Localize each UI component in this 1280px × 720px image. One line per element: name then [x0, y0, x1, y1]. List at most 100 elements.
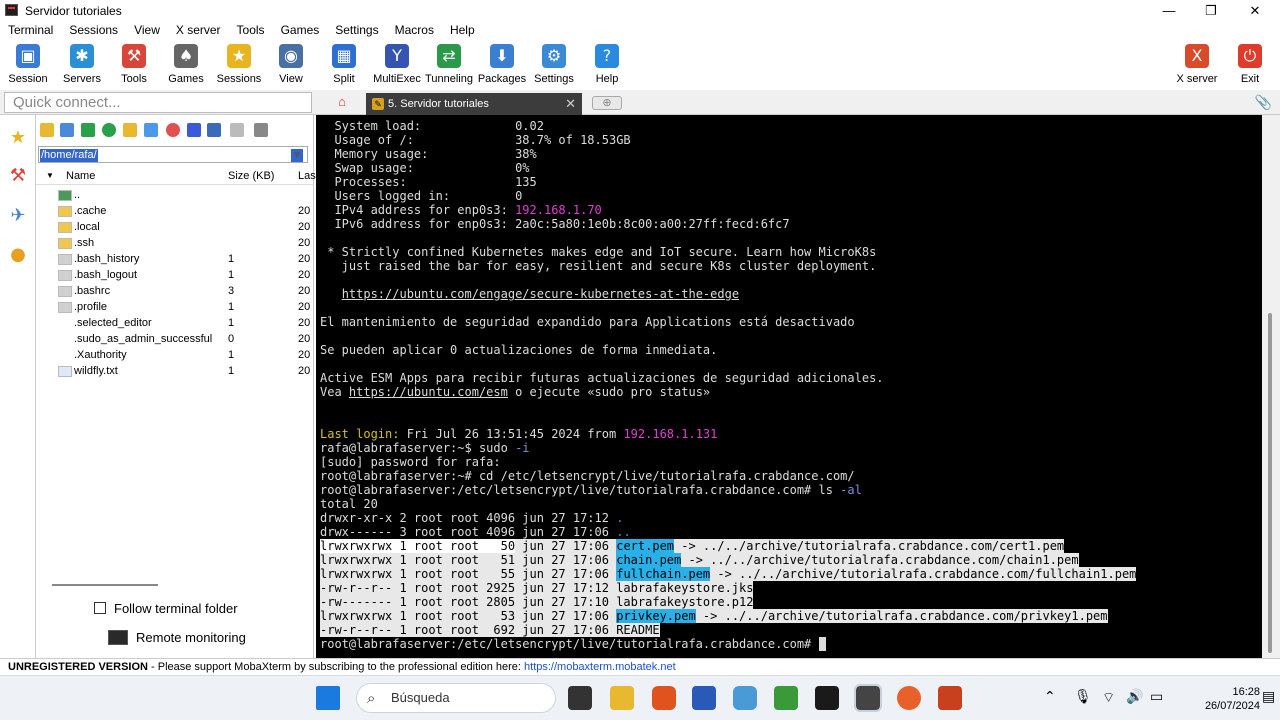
file-row[interactable]: ..: [36, 187, 314, 203]
file-row[interactable]: .bash_logout 1 20: [36, 267, 314, 283]
minimize-button[interactable]: —: [1154, 2, 1184, 19]
chevron-up-icon[interactable]: ⌃: [1044, 689, 1056, 705]
file-row[interactable]: .Xauthority 1 20: [36, 347, 314, 363]
view-button[interactable]: ◉ View: [263, 42, 319, 88]
file-row[interactable]: .selected_editor 1 20: [36, 315, 314, 331]
horizontal-scrollbar[interactable]: [52, 584, 158, 586]
follow-terminal-folder-option[interactable]: Follow terminal folder: [94, 601, 238, 616]
tools-side-icon[interactable]: ⚒: [7, 165, 29, 187]
file-row[interactable]: .bash_history 1 20: [36, 251, 314, 267]
wifi-icon[interactable]: ⌔: [1102, 689, 1115, 707]
follow-terminal-folder-checkbox[interactable]: [94, 602, 106, 614]
terminal-text: Vea: [320, 385, 349, 399]
file-row[interactable]: .sudo_as_admin_successful 0 20: [36, 331, 314, 347]
menu-help[interactable]: Help: [442, 21, 483, 40]
file-row[interactable]: .cache 20: [36, 203, 314, 219]
brave-browser-icon[interactable]: [652, 686, 676, 710]
close-button[interactable]: ✕: [1240, 2, 1270, 19]
windows-start-icon[interactable]: [316, 686, 340, 710]
x-server-button[interactable]: X X server: [1169, 42, 1225, 88]
terminal-text: lrwxrwxrwx 1 root root 51 jun 27 17:06: [320, 553, 617, 567]
mobaxterm-taskbar-icon[interactable]: [854, 684, 882, 712]
menu-sessions[interactable]: Sessions: [61, 21, 126, 40]
notifications-icon[interactable]: ▤: [1262, 689, 1275, 705]
menu-view[interactable]: View: [126, 21, 168, 40]
menu-macros[interactable]: Macros: [387, 21, 442, 40]
terminal[interactable]: System load: 0.02 Usage of /: 38.7% of 1…: [316, 115, 1262, 658]
delete-icon[interactable]: [166, 123, 180, 137]
packages-button[interactable]: ⬇ Packages: [474, 42, 530, 88]
terminal-text: -rw------- 1 root root 2805 jun 27 17:10…: [320, 595, 754, 609]
sessions-button[interactable]: ★ Sessions: [211, 42, 267, 88]
new-tab-button[interactable]: ⊕: [592, 96, 622, 110]
new-file-icon[interactable]: [144, 123, 158, 137]
paperclip-icon[interactable]: 📎: [1255, 94, 1272, 111]
app2-icon[interactable]: [815, 686, 839, 710]
microphone-icon[interactable]: 🎙: [1074, 689, 1092, 705]
chevron-down-icon[interactable]: ▼: [291, 149, 303, 162]
terminal-sync-icon[interactable]: [254, 123, 268, 137]
file-explorer-icon[interactable]: [610, 686, 634, 710]
task-view-icon[interactable]: [568, 686, 592, 710]
volume-icon[interactable]: 🔊: [1126, 689, 1143, 705]
edit-icon[interactable]: [230, 123, 244, 137]
path-field[interactable]: /home/rafa/ ▼: [38, 146, 308, 163]
notepad-plus-icon[interactable]: [774, 686, 798, 710]
tools-button[interactable]: ⚒ Tools: [106, 42, 162, 88]
menu-terminal[interactable]: Terminal: [0, 21, 61, 40]
quick-connect-input[interactable]: Quick connect...: [4, 92, 312, 113]
servers-button[interactable]: ✱ Servers: [54, 42, 110, 88]
menu-games[interactable]: Games: [273, 21, 328, 40]
mobatek-link[interactable]: https://mobaxterm.mobatek.net: [524, 661, 676, 673]
new-folder-icon[interactable]: [123, 123, 137, 137]
multiexec-button[interactable]: Y MultiExec: [369, 42, 425, 88]
menu-tools[interactable]: Tools: [229, 21, 273, 40]
maximize-button[interactable]: ❐: [1196, 2, 1226, 19]
exit-button[interactable]: ⏻ Exit: [1222, 42, 1278, 88]
file-row[interactable]: wildfly.txt 1 20: [36, 363, 314, 379]
rename-icon[interactable]: [187, 123, 201, 137]
macros-side-icon[interactable]: ●: [7, 244, 29, 266]
session-button[interactable]: ▣ Session: [0, 42, 56, 88]
tunneling-button[interactable]: ⇄ Tunneling: [421, 42, 477, 88]
sessions-star-icon[interactable]: ★: [7, 127, 29, 149]
battery-icon[interactable]: ▭: [1150, 689, 1163, 705]
menu-bar: Terminal Sessions View X server Tools Games Se…: [0, 21, 1280, 40]
permissions-icon[interactable]: [207, 123, 221, 137]
session-tab[interactable]: ✎ 5. Servidor tutoriales ✕: [366, 93, 582, 115]
column-last-modified[interactable]: Las: [298, 170, 316, 182]
terminal-cursor: [818, 637, 826, 651]
word-icon[interactable]: [692, 686, 716, 710]
status-bar: UNREGISTERED VERSION - Please support Mo…: [0, 658, 1280, 675]
help-button[interactable]: ? Help: [579, 42, 635, 88]
firefox-icon[interactable]: [897, 686, 921, 710]
file-icon: [58, 334, 72, 345]
column-size[interactable]: Size (KB): [228, 170, 274, 182]
menu-x-server[interactable]: X server: [168, 21, 229, 40]
home-tab-icon[interactable]: ⌂: [328, 94, 356, 114]
file-row[interactable]: .bashrc 3 20: [36, 283, 314, 299]
remote-monitoring-button[interactable]: Remote monitoring: [108, 630, 246, 645]
menu-settings[interactable]: Settings: [327, 21, 386, 40]
sftp-browser: /home/rafa/ ▼ ▼ Name Size (KB) Las .. .ca…: [36, 115, 316, 658]
upload-icon[interactable]: [81, 123, 95, 137]
app-icon[interactable]: [733, 686, 757, 710]
parent-folder-icon[interactable]: [40, 123, 54, 137]
taskbar-search[interactable]: ⌕ Búsqueda: [356, 683, 556, 713]
split-button[interactable]: ▦ Split: [316, 42, 372, 88]
file-row[interactable]: .local 20: [36, 219, 314, 235]
file-row[interactable]: .profile 1 20: [36, 299, 314, 315]
tab-close-icon[interactable]: ✕: [565, 93, 576, 115]
system-clock[interactable]: 16:28 26/07/2024: [1205, 685, 1260, 713]
scrollbar-thumb[interactable]: [1268, 313, 1272, 653]
sftp-side-icon[interactable]: ✈: [7, 205, 29, 227]
file-row[interactable]: .ssh 20: [36, 235, 314, 251]
powerpoint-icon[interactable]: [938, 686, 962, 710]
games-button[interactable]: ♠ Games: [158, 42, 214, 88]
settings-button[interactable]: ⚙ Settings: [526, 42, 582, 88]
refresh-icon[interactable]: [102, 123, 116, 137]
download-icon[interactable]: [60, 123, 74, 137]
terminal-scrollbar[interactable]: [1262, 115, 1280, 658]
column-name[interactable]: Name: [66, 170, 95, 182]
file-list: .. .cache 20 .local 20 .ssh 20 .bash_history 1 20…: [36, 187, 314, 379]
